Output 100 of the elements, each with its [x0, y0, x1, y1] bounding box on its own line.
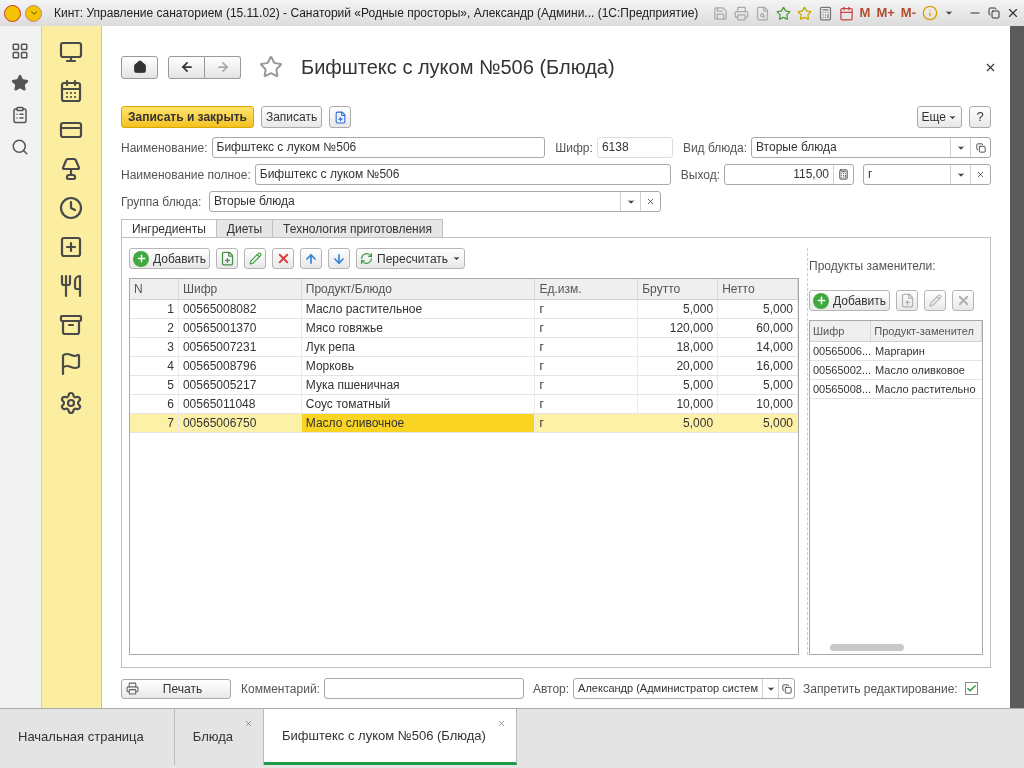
- menu-icon[interactable]: [25, 4, 42, 22]
- table-cell: Масло растительное: [301, 300, 536, 318]
- clear-icon: [646, 197, 655, 206]
- table-row[interactable]: 5 00565005217 Мука пшеничная г 5,000 5,000: [130, 376, 798, 395]
- gears-icon[interactable]: [59, 391, 84, 415]
- toolbar-button[interactable]: [216, 248, 239, 269]
- table-row[interactable]: 6 00565011048 Соус томатный г 10,000 10,000: [130, 395, 798, 414]
- column-header[interactable]: Шифр: [178, 279, 302, 299]
- field-label: Автор:: [532, 680, 570, 698]
- column-header[interactable]: Брутто: [638, 279, 719, 299]
- star-icon[interactable]: [796, 5, 812, 21]
- help-button[interactable]: ?: [969, 106, 991, 128]
- toolbar-button[interactable]: [328, 248, 351, 269]
- star-icon[interactable]: [775, 5, 791, 21]
- table-row[interactable]: 2 00565001370 Мясо говяжье г 120,000 60,000: [130, 319, 798, 338]
- back-button[interactable]: [168, 55, 205, 79]
- code-field[interactable]: 6138: [596, 137, 673, 158]
- fork-knife-icon[interactable]: [59, 274, 84, 298]
- table-cell: 5,000: [638, 414, 719, 432]
- form-title: Бифштекс с луком №506 (Блюда): [301, 55, 615, 80]
- window-tab[interactable]: Бифштекс с луком №506 (Блюда): [264, 709, 517, 765]
- table-cell: Мука пшеничная: [301, 376, 536, 394]
- column-header[interactable]: N: [130, 279, 179, 299]
- window-tab[interactable]: Начальная страница: [0, 709, 175, 765]
- table-cell: 5,000: [718, 376, 798, 394]
- table-cell: г: [535, 357, 639, 375]
- yield-field[interactable]: 115,00: [724, 164, 854, 185]
- table-cell: 18,000: [638, 338, 719, 356]
- dish-type-field[interactable]: Вторые блюда: [751, 137, 991, 158]
- calculator-icon[interactable]: [817, 5, 833, 21]
- monitor-icon[interactable]: [59, 40, 84, 64]
- form-tab[interactable]: Технология приготовления: [272, 219, 443, 238]
- table-row[interactable]: 00565008... Масло растительно: [810, 380, 982, 399]
- full-name-field[interactable]: Бифштекс с луком №506: [254, 164, 671, 185]
- table-row[interactable]: 4 00565008796 Морковь г 20,000 16,000: [130, 357, 798, 376]
- toolbar-button[interactable]: [244, 248, 267, 269]
- memory-button[interactable]: M-: [900, 3, 916, 23]
- home-button[interactable]: [121, 55, 158, 79]
- recalculate-button[interactable]: Пересчитать: [356, 248, 466, 269]
- table-cell: 20,000: [638, 357, 719, 375]
- save-close-button[interactable]: Записать и закрыть: [121, 106, 254, 128]
- plus-square-icon[interactable]: [59, 235, 84, 259]
- document-icon: [333, 110, 347, 124]
- calculator-icon: [838, 169, 849, 180]
- table-row[interactable]: 7 00565006750 Масло сливочное г 5,000 5,000: [130, 414, 798, 433]
- calendar-icon[interactable]: [59, 79, 84, 103]
- table-cell-text: 00565008...: [812, 382, 872, 397]
- table-cell: 4: [130, 357, 179, 375]
- field-label: Группа блюда:: [121, 193, 203, 211]
- table-row[interactable]: 00565006... Маргарин: [810, 342, 982, 361]
- copy-icon: [219, 251, 235, 266]
- table-cell: 5,000: [638, 376, 719, 394]
- document-button[interactable]: [329, 106, 352, 128]
- toolbar-button[interactable]: [300, 248, 323, 269]
- table-cell: 7: [130, 414, 179, 432]
- pencil-icon: [248, 252, 262, 265]
- calendar-icon[interactable]: [838, 5, 854, 21]
- table-cell: 00565008082: [178, 300, 302, 318]
- close-icon[interactable]: [1006, 6, 1020, 20]
- scrollbar-thumb[interactable]: [830, 643, 904, 651]
- table-cell: 6: [130, 395, 179, 413]
- group-field[interactable]: Вторые блюда: [209, 191, 661, 212]
- search-icon[interactable]: [11, 138, 30, 156]
- unit-field[interactable]: г: [863, 164, 991, 185]
- clipboard-icon[interactable]: [11, 106, 30, 124]
- star-icon[interactable]: [11, 74, 30, 92]
- column-header[interactable]: Шифр: [810, 321, 872, 341]
- more-button[interactable]: Еще: [916, 106, 962, 128]
- memory-button[interactable]: M: [859, 3, 871, 23]
- table-cell: г: [535, 414, 639, 432]
- restore-icon[interactable]: [988, 7, 1000, 19]
- table-cell-text: Масло оливковое: [874, 363, 966, 378]
- table-cell: Лук репа: [301, 338, 536, 356]
- comment-field[interactable]: [323, 678, 524, 699]
- column-header[interactable]: Нетто: [718, 279, 798, 299]
- add-icon: [813, 292, 829, 309]
- print-button[interactable]: Печать: [121, 678, 231, 699]
- table-row[interactable]: 3 00565007231 Лук репа г 18,000 14,000: [130, 338, 798, 357]
- column-header[interactable]: Продукт/Блюдо: [301, 279, 536, 299]
- lock-checkbox[interactable]: [964, 682, 978, 695]
- memory-button[interactable]: M+: [876, 3, 895, 23]
- column-header[interactable]: Ед.изм.: [535, 279, 639, 299]
- caret-icon[interactable]: [944, 8, 954, 18]
- save-button[interactable]: Записать: [260, 106, 323, 128]
- field-label: Вид блюда:: [682, 139, 747, 157]
- name-field[interactable]: Бифштекс с луком №506: [211, 137, 546, 158]
- table-row[interactable]: 00565002... Масло оливковое: [810, 361, 982, 380]
- author-field[interactable]: Александр (Администратор систем: [573, 678, 796, 699]
- column-header[interactable]: Продукт-заменител: [871, 321, 982, 341]
- grid-icon[interactable]: [11, 42, 30, 60]
- add-icon: [133, 250, 149, 267]
- table-cell-text: 00565006...: [812, 344, 872, 359]
- toolbar-button[interactable]: [272, 248, 295, 269]
- clock-icon[interactable]: [59, 196, 84, 220]
- table-row[interactable]: 1 00565008082 Масло растительное г 5,000 5,000: [130, 300, 798, 319]
- add-button[interactable]: Добавить: [129, 248, 211, 269]
- favorite-star-icon[interactable]: [259, 55, 283, 79]
- add-button[interactable]: Добавить: [809, 290, 891, 311]
- table-cell: Мясо говяжье: [301, 319, 536, 337]
- table-cell: г: [535, 300, 639, 318]
